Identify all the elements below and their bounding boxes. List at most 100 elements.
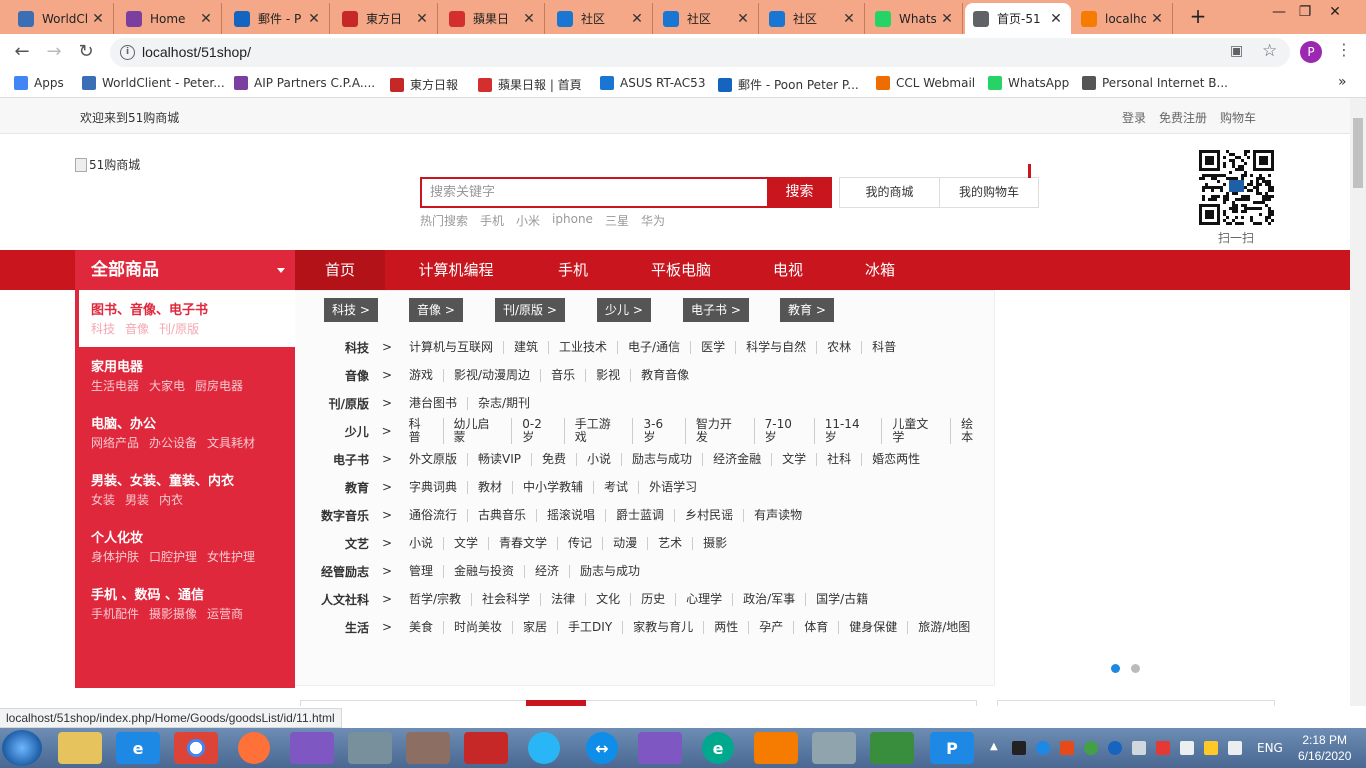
flyout-link[interactable]: 爵士蓝调: [606, 508, 676, 522]
sidebar-category[interactable]: 男装、女装、童装、内衣 女装 男装 内衣: [75, 461, 295, 518]
flyout-row-label[interactable]: 音像: [295, 367, 369, 384]
subcategory-link[interactable]: 刊/原版: [159, 320, 199, 338]
carousel-dot[interactable]: [1131, 664, 1140, 673]
address-bar[interactable]: i localhost/51shop/ ▣ ☆: [110, 38, 1290, 67]
hot-word[interactable]: 华为: [641, 212, 665, 229]
flyout-link[interactable]: 农林: [817, 340, 863, 354]
flyout-link[interactable]: 励志与成功: [622, 452, 704, 466]
flyout-link[interactable]: 科普: [409, 418, 444, 444]
category-title[interactable]: 个人化妆: [91, 530, 295, 548]
flyout-link[interactable]: 中小学教辅: [513, 480, 595, 494]
bookmark-item[interactable]: ASUS RT-AC53: [600, 76, 705, 90]
subcategory-link[interactable]: 女装: [91, 491, 115, 509]
flyout-link[interactable]: 小说: [577, 452, 623, 466]
nav-fridge[interactable]: 冰箱: [852, 250, 908, 290]
flyout-link[interactable]: 时尚美妆: [444, 620, 514, 634]
browser-tab[interactable]: WorldCl ✕: [10, 3, 114, 34]
bookmark-star-icon[interactable]: ☆: [1262, 41, 1277, 61]
file-explorer-icon[interactable]: [58, 732, 102, 764]
url-text[interactable]: localhost/51shop/: [142, 44, 251, 60]
subcategory-link[interactable]: 女性护理: [207, 548, 255, 566]
reload-icon[interactable]: ↻: [74, 41, 98, 63]
sidebar-category[interactable]: 电脑、办公 网络产品 办公设备 文具耗材: [75, 404, 295, 461]
tray-icon[interactable]: [1012, 741, 1026, 755]
sidebar-category[interactable]: 手机 、数码 、通信 手机配件 摄影摄像 运营商: [75, 575, 295, 632]
flyout-link[interactable]: 心理学: [676, 592, 734, 606]
flyout-link[interactable]: 法律: [541, 592, 587, 606]
tray-icon[interactable]: [1060, 741, 1074, 755]
flyout-link[interactable]: 字典词典: [409, 480, 469, 494]
scrollbar-thumb[interactable]: [1353, 118, 1363, 188]
flyout-link[interactable]: 文学: [772, 452, 818, 466]
flyout-link[interactable]: 科普: [862, 340, 906, 354]
flyout-link[interactable]: 工业技术: [549, 340, 619, 354]
flyout-link[interactable]: 健身保健: [839, 620, 909, 634]
flyout-link[interactable]: 手工游戏: [565, 418, 634, 444]
network-signal-icon[interactable]: [1228, 741, 1242, 755]
flyout-category-tag[interactable]: 电子书 >: [683, 298, 749, 322]
sidebar-category[interactable]: 图书、音像、电子书 科技 音像 刊/原版: [79, 290, 295, 347]
browser-tab[interactable]: Home ✕: [118, 3, 222, 34]
search-input[interactable]: [422, 179, 767, 206]
bookmark-item[interactable]: 蘋果日報 | 首頁: [478, 76, 582, 93]
close-tab-icon[interactable]: ✕: [91, 11, 105, 27]
new-tab-button[interactable]: +: [1184, 6, 1212, 28]
sidebar-category[interactable]: 家用电器 生活电器 大家电 厨房电器: [75, 347, 295, 404]
hot-word[interactable]: 手机: [480, 212, 504, 229]
tray-icon[interactable]: [1036, 741, 1050, 755]
flyout-row-label[interactable]: 人文社科: [295, 591, 369, 608]
flyout-link[interactable]: 文化: [586, 592, 632, 606]
browser-tab[interactable]: 東方日 ✕: [334, 3, 438, 34]
flyout-category-tag[interactable]: 刊/原版 >: [495, 298, 565, 322]
flyout-link[interactable]: 社会科学: [472, 592, 542, 606]
my-cart-button[interactable]: 我的购物车: [939, 177, 1039, 208]
site-logo[interactable]: 51购商城: [75, 156, 140, 173]
flyout-link[interactable]: 畅读VIP: [468, 452, 533, 466]
subcategory-link[interactable]: 文具耗材: [207, 434, 255, 452]
nav-tablets[interactable]: 平板电脑: [640, 250, 722, 290]
nav-programming[interactable]: 计算机编程: [404, 250, 508, 290]
windows-start-button[interactable]: [2, 730, 42, 766]
restore-button[interactable]: ❐: [1290, 0, 1320, 26]
flyout-link[interactable]: 摇滚说唱: [537, 508, 607, 522]
bookmark-item[interactable]: WorldClient - Peter...: [82, 76, 225, 90]
chart-app-icon[interactable]: [870, 732, 914, 764]
subcategory-link[interactable]: 口腔护理: [149, 548, 197, 566]
close-tab-icon[interactable]: ✕: [307, 11, 321, 27]
flyout-link[interactable]: 绘本: [951, 418, 995, 444]
tray-up-arrow-icon[interactable]: ▲: [990, 741, 1004, 755]
flyout-link[interactable]: 青春文学: [489, 536, 559, 550]
subcategory-link[interactable]: 摄影摄像: [149, 605, 197, 623]
flyout-row-label[interactable]: 文艺: [295, 535, 369, 552]
translate-icon[interactable]: ▣: [1230, 43, 1243, 59]
flyout-link[interactable]: 教材: [468, 480, 514, 494]
register-link[interactable]: 免费注册: [1159, 109, 1207, 126]
flyout-link[interactable]: 计算机与互联网: [409, 340, 505, 354]
nav-tv[interactable]: 电视: [760, 250, 816, 290]
flyout-link[interactable]: 历史: [631, 592, 677, 606]
subcategory-link[interactable]: 男装: [125, 491, 149, 509]
my-mall-button[interactable]: 我的商城: [839, 177, 940, 208]
flyout-link[interactable]: 港台图书: [409, 396, 469, 410]
flyout-link[interactable]: 体育: [794, 620, 840, 634]
flyout-link[interactable]: 社科: [817, 452, 863, 466]
flyout-link[interactable]: 儿童文学: [882, 418, 952, 444]
browser-tab[interactable]: WhatsA ✕: [867, 3, 963, 34]
bookmark-item[interactable]: AIP Partners C.P.A....: [234, 76, 375, 90]
flyout-row-label[interactable]: 经管励志: [295, 563, 369, 580]
flyout-link[interactable]: 智力开发: [686, 418, 755, 444]
subcategory-link[interactable]: 办公设备: [149, 434, 197, 452]
menu-kebab-icon[interactable]: ⋮: [1336, 40, 1352, 59]
bookmark-item[interactable]: 東方日報: [390, 76, 458, 93]
internet-explorer-icon[interactable]: e: [116, 732, 160, 764]
flyout-link[interactable]: 0-2岁: [512, 418, 565, 444]
category-title[interactable]: 男装、女装、童装、内衣: [91, 473, 295, 491]
back-arrow-icon[interactable]: ←: [10, 41, 34, 63]
flyout-link[interactable]: 经济金融: [703, 452, 773, 466]
close-tab-icon[interactable]: ✕: [522, 11, 536, 27]
flyout-link[interactable]: 幼儿启蒙: [444, 418, 513, 444]
flyout-link[interactable]: 电子/通信: [618, 340, 692, 354]
flyout-row-label[interactable]: 数字音乐: [295, 507, 369, 524]
flyout-link[interactable]: 励志与成功: [570, 564, 650, 578]
flyout-link[interactable]: 政治/军事: [733, 592, 807, 606]
